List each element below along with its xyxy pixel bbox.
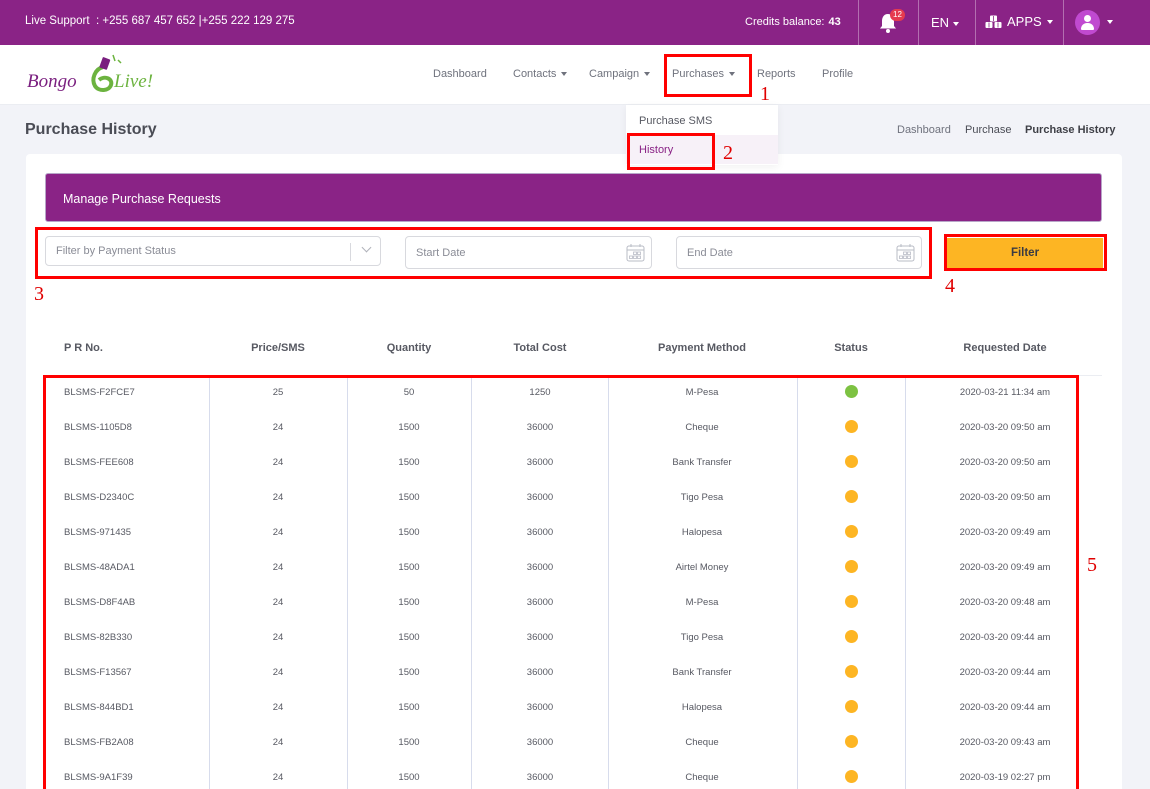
- col-header-quantity: Quantity: [386, 342, 432, 354]
- breadcrumb-purchase[interactable]: Purchase: [965, 124, 1011, 136]
- annotation-label-4: 4: [945, 275, 955, 297]
- notification-badge: 12: [890, 9, 905, 21]
- bongo-live-logo[interactable]: Bongo Live!: [25, 53, 170, 98]
- nav-contacts[interactable]: Contacts: [513, 68, 568, 80]
- annotation-label-5: 5: [1087, 554, 1097, 576]
- card-title: Manage Purchase Requests: [63, 192, 221, 206]
- top-bar: Live Support : +255 687 457 652 |+255 22…: [0, 0, 1150, 45]
- col-header-price: Price/SMS: [251, 342, 305, 354]
- col-header-pr-no: P R No.: [64, 342, 103, 354]
- apps-label: APPS: [1007, 14, 1042, 29]
- annotation-label-1: 1: [760, 83, 770, 105]
- col-header-status: Status: [834, 342, 868, 354]
- live-support: Live Support : +255 687 457 652 |+255 22…: [25, 15, 295, 27]
- nav-dashboard[interactable]: Dashboard: [433, 68, 487, 80]
- caret-down-icon: [1046, 19, 1053, 24]
- nav-reports[interactable]: Reports: [757, 68, 796, 80]
- annotation-label-2: 2: [723, 142, 733, 164]
- nav-profile[interactable]: Profile: [822, 68, 853, 80]
- col-header-requested-date: Requested Date: [963, 342, 1047, 354]
- caret-down-icon: [561, 72, 568, 77]
- cubes-icon: [985, 15, 1002, 28]
- breadcrumb-dashboard[interactable]: Dashboard: [897, 124, 951, 136]
- main-navbar: Bongo Live! Dashboard Contacts Campaign …: [0, 45, 1150, 105]
- user-avatar[interactable]: [1075, 10, 1100, 35]
- nav-campaign[interactable]: Campaign: [589, 68, 651, 80]
- caret-down-icon: [953, 21, 960, 26]
- credits-label: Credits balance:: [745, 16, 825, 28]
- caret-down-icon[interactable]: [1107, 20, 1113, 24]
- divider: [858, 0, 859, 45]
- card-header: Manage Purchase Requests: [45, 173, 1102, 222]
- support-phones: +255 687 457 652 |+255 222 129 275: [102, 15, 295, 27]
- annotation-box-1: [664, 54, 752, 97]
- language-selector[interactable]: EN: [931, 15, 960, 30]
- divider: [1063, 0, 1064, 45]
- caret-down-icon: [644, 72, 651, 77]
- credits-value: 43: [828, 16, 841, 28]
- annotation-box-5: [43, 375, 1079, 789]
- annotation-box-2: [627, 133, 715, 170]
- annotation-box-4: [944, 234, 1107, 271]
- language-label: EN: [931, 15, 950, 30]
- menu-item-purchase-sms[interactable]: Purchase SMS: [626, 106, 778, 135]
- page-title: Purchase History: [25, 121, 157, 138]
- col-header-total-cost: Total Cost: [513, 342, 567, 354]
- annotation-box-3: [35, 227, 932, 279]
- col-header-payment-method: Payment Method: [657, 342, 746, 354]
- divider: [918, 0, 919, 45]
- divider: [975, 0, 976, 45]
- credits-balance: Credits balance: 43: [745, 16, 841, 28]
- apps-menu[interactable]: APPS: [985, 14, 1053, 29]
- logo-text-bongo: Bongo: [27, 71, 77, 92]
- breadcrumb-current: Purchase History: [1025, 124, 1116, 136]
- logo-text-live: Live!: [113, 71, 153, 92]
- support-label: Live Support: [25, 15, 90, 27]
- annotation-label-3: 3: [34, 283, 44, 305]
